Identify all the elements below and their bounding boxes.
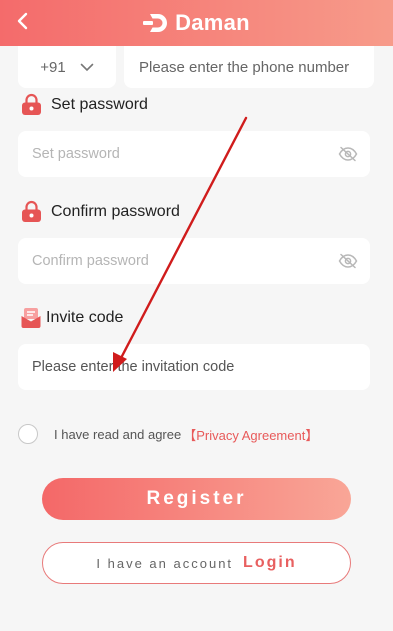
phone-row: +91 Please enter the phone number — [18, 46, 374, 88]
brand-name: Daman — [175, 10, 250, 35]
confirm-password-text: Confirm password — [51, 202, 180, 220]
confirm-password-label: Confirm password — [20, 200, 180, 223]
country-code-selector[interactable]: +91 — [18, 46, 116, 88]
invitation-icon — [21, 308, 41, 328]
agreement-radio[interactable] — [18, 424, 38, 444]
confirm-password-field[interactable]: Confirm password — [18, 238, 370, 284]
agreement-text: I have read and agree — [54, 426, 182, 442]
brand-logo: Daman — [143, 10, 250, 36]
lock-icon — [22, 200, 41, 222]
lock-icon — [22, 93, 41, 115]
set-password-field[interactable]: Set password — [18, 131, 370, 177]
confirm-password-placeholder: Confirm password — [32, 253, 149, 269]
invite-code-placeholder: Please enter the invitation code — [32, 359, 235, 375]
login-link[interactable]: Login — [243, 554, 297, 572]
set-password-placeholder: Set password — [32, 146, 120, 162]
privacy-agreement-link[interactable]: 【Privacy Agreement】 — [183, 425, 318, 444]
have-account-text: I have an account — [96, 555, 234, 571]
eye-off-icon[interactable] — [338, 146, 358, 162]
phone-input[interactable]: Please enter the phone number — [124, 46, 374, 88]
country-code: +91 — [40, 58, 66, 76]
register-button[interactable]: Register — [42, 478, 351, 520]
chevron-left-icon — [17, 12, 28, 30]
login-row-button[interactable]: I have an account Login — [42, 542, 351, 584]
back-button[interactable] — [10, 8, 34, 34]
invite-code-text: Invite code — [46, 308, 124, 326]
daman-logo-icon — [143, 14, 168, 32]
eye-off-icon[interactable] — [338, 253, 358, 269]
invite-code-field[interactable]: Please enter the invitation code — [18, 344, 370, 390]
chevron-down-icon — [80, 63, 94, 71]
set-password-text: Set password — [51, 95, 148, 113]
invite-code-label: Invite code — [20, 306, 123, 329]
phone-placeholder: Please enter the phone number — [139, 58, 350, 76]
agreement-row: I have read and agree 【Privacy Agreement… — [18, 424, 318, 444]
set-password-label: Set password — [20, 93, 148, 116]
top-header: Daman — [0, 0, 393, 46]
